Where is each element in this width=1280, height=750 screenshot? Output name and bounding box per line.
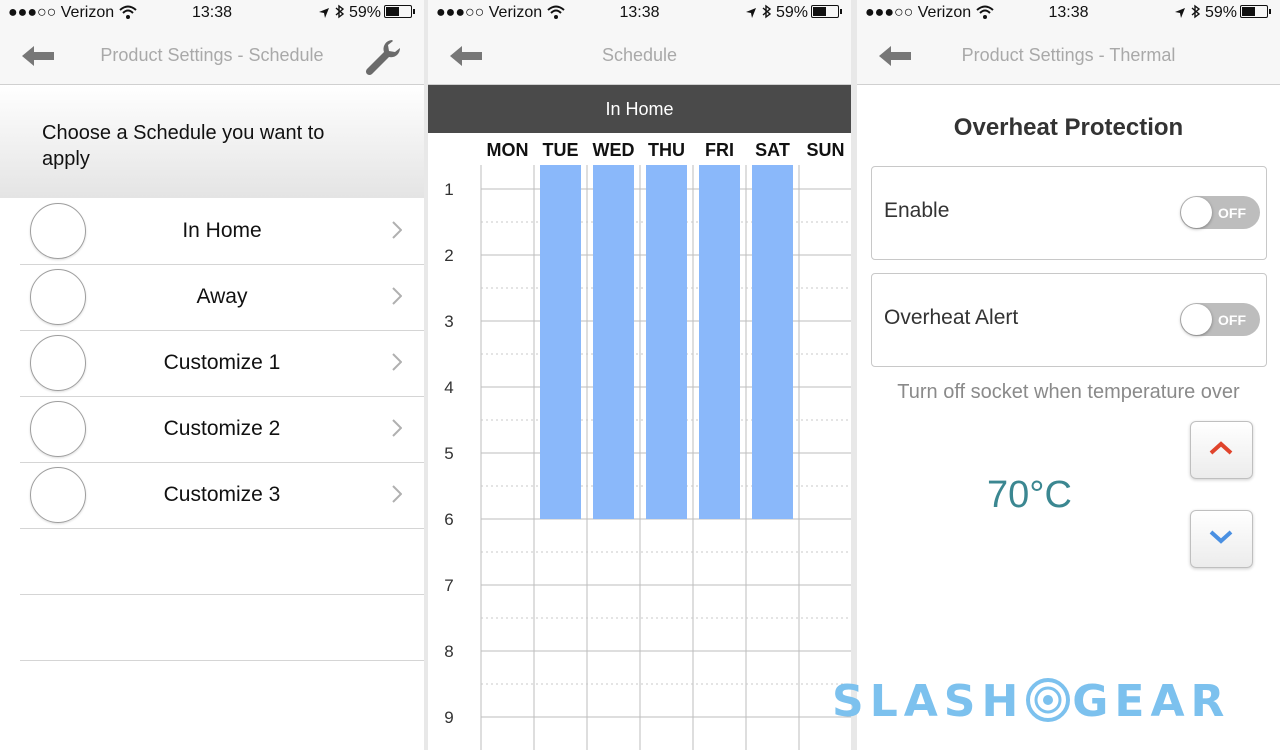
temperature-down-button[interactable]: [1190, 510, 1253, 568]
watermark-left: SLASH: [832, 676, 1025, 727]
schedule-row-customize-3[interactable]: Customize 3: [20, 463, 424, 529]
temperature-value: 70°C: [987, 474, 1072, 516]
day-header-sun: SUN: [806, 140, 844, 160]
schedule-block-tue[interactable]: [540, 165, 581, 519]
slashgear-logo-icon: [1026, 678, 1071, 722]
schedule-label: Customize 3: [163, 483, 281, 506]
bluetooth-icon: [762, 4, 771, 19]
bluetooth-icon: [1191, 4, 1200, 19]
day-header-sat: SAT: [755, 140, 790, 160]
battery-icon: [811, 5, 842, 18]
chevron-right-icon: [392, 353, 402, 371]
schedule-list: In Home Away Customize 1 Customize 2 Cus…: [20, 199, 424, 661]
overheat-alert-toggle[interactable]: OFF: [1180, 303, 1260, 336]
location-icon: [319, 8, 330, 18]
empty-row: [20, 595, 424, 661]
hour-label-9: 9: [444, 708, 453, 727]
hour-label-1: 1: [444, 180, 453, 199]
schedule-row-away[interactable]: Away: [20, 265, 424, 331]
toggle-knob: [1181, 304, 1212, 335]
schedule-block-fri[interactable]: [699, 165, 740, 519]
battery-percent: 59%: [775, 4, 808, 21]
prompt-text: Choose a Schedule you want to apply: [42, 122, 325, 170]
nav-bar: Product Settings - Thermal: [857, 27, 1280, 85]
temperature-hint: Turn off socket when temperature over: [897, 381, 1240, 403]
schedule-prompt: Choose a Schedule you want to apply: [0, 85, 424, 198]
schedule-label: Customize 1: [163, 351, 281, 374]
schedule-block-thu[interactable]: [646, 165, 687, 519]
schedule-select-screen: ●●●○○ Verizon 13:38 59% Product Settings…: [0, 0, 424, 750]
page-title: Product Settings - Schedule: [100, 45, 324, 65]
enable-label: Enable: [884, 199, 950, 222]
schedule-block-sat[interactable]: [752, 165, 793, 519]
hour-label-2: 2: [444, 246, 453, 265]
chevron-right-icon: [392, 419, 402, 437]
thermal-settings-screen: ●●●○○ Verizon 13:38 59% Product Settings…: [857, 0, 1280, 750]
battery-icon: [1240, 5, 1271, 18]
schedule-label: Customize 2: [163, 417, 281, 440]
enable-toggle[interactable]: OFF: [1180, 196, 1260, 229]
page-title: Product Settings - Thermal: [961, 45, 1176, 65]
schedule-block-wed[interactable]: [593, 165, 634, 519]
bluetooth-icon: [335, 4, 344, 19]
toggle-state: OFF: [1218, 312, 1246, 328]
day-header-tue: TUE: [543, 140, 579, 160]
location-icon: [746, 8, 757, 18]
schedule-grid-screen: ●●●○○ Verizon 13:38 59% Schedule In Home…: [428, 0, 851, 750]
status-bar: ●●●○○ Verizon 13:38 59%: [857, 0, 1280, 27]
empty-row: [20, 529, 424, 595]
schedule-label: In Home: [182, 219, 262, 242]
chevron-right-icon: [392, 287, 402, 305]
battery-percent: 59%: [1204, 4, 1237, 21]
hour-label-4: 4: [444, 378, 453, 397]
schedule-name-header: In Home: [428, 85, 851, 133]
battery-icon: [384, 5, 415, 18]
day-header-thu: THU: [648, 140, 685, 160]
location-icon: [1175, 8, 1186, 18]
alert-label: Overheat Alert: [884, 306, 1019, 329]
nav-bar: Schedule: [428, 27, 851, 85]
hour-label-7: 7: [444, 576, 453, 595]
chevron-right-icon: [392, 485, 402, 503]
hour-label-3: 3: [444, 312, 453, 331]
day-header-wed: WED: [593, 140, 635, 160]
toggle-state: OFF: [1218, 205, 1246, 221]
day-header-mon: MON: [487, 140, 529, 160]
chevron-down-icon: [1209, 530, 1233, 544]
slashgear-watermark: SLASH GEAR: [832, 676, 1230, 727]
schedule-row-customize-1[interactable]: Customize 1: [20, 331, 424, 397]
overheat-alert-card: Overheat Alert OFF: [871, 273, 1267, 367]
schedule-row-in-home[interactable]: In Home: [20, 199, 424, 265]
schedule-label: Away: [196, 285, 248, 308]
temperature-up-button[interactable]: [1190, 421, 1253, 479]
hour-label-5: 5: [444, 444, 453, 463]
day-header-fri: FRI: [705, 140, 734, 160]
status-bar: ●●●○○ Verizon 13:38 59%: [0, 0, 424, 27]
hour-label-8: 8: [444, 642, 453, 661]
chevron-right-icon: [392, 221, 402, 239]
schedule-grid[interactable]: MON TUE WED THU FRI SAT SUN 1 2 3 4 5 6 7 8 9: [428, 133, 851, 750]
watermark-right: GEAR: [1072, 676, 1231, 727]
toggle-knob: [1181, 197, 1212, 228]
battery-percent: 59%: [348, 4, 381, 21]
page-title: Schedule: [601, 45, 678, 65]
status-bar: ●●●○○ Verizon 13:38 59%: [428, 0, 851, 27]
chevron-up-icon: [1209, 441, 1233, 455]
schedule-row-customize-2[interactable]: Customize 2: [20, 397, 424, 463]
hour-label-6: 6: [444, 510, 453, 529]
enable-card: Enable OFF: [871, 166, 1267, 260]
nav-bar: Product Settings - Schedule: [0, 27, 424, 85]
section-title: Overheat Protection: [953, 114, 1184, 141]
wrench-icon[interactable]: [362, 36, 404, 78]
